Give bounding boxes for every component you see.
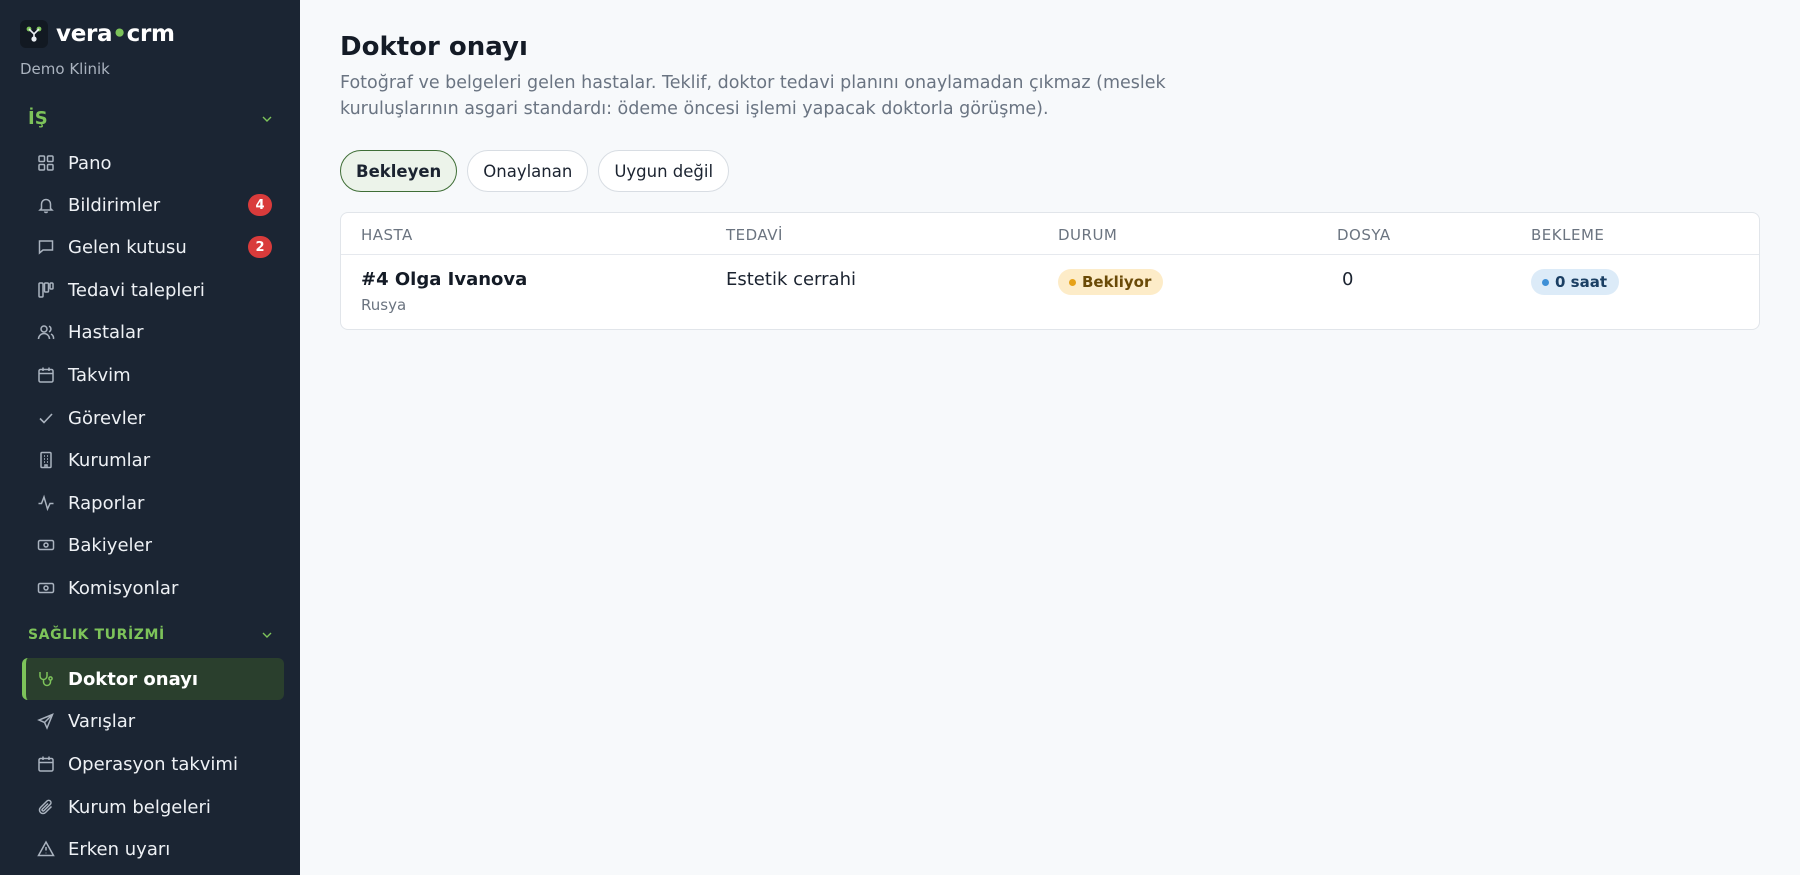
sidebar-item-label: Komisyonlar — [68, 577, 179, 599]
patient-cell: #4 Olga Ivanova Rusya — [361, 269, 527, 314]
check-icon — [36, 408, 56, 428]
section-health-tourism-label: SAĞLIK TURİZMİ — [28, 627, 165, 643]
sidebar-item-label: Doktor onayı — [68, 668, 199, 690]
page-description: Fotoğraf ve belgeleri gelen hastalar. Te… — [340, 73, 1166, 119]
files-count: 0 — [1342, 269, 1354, 290]
sidebar-item-label: Pano — [68, 152, 112, 174]
sidebar-item-operation-calendar[interactable]: Operasyon takvimi — [22, 743, 284, 785]
sidebar-item-label: Erken uyarı — [68, 838, 171, 860]
banknote-icon — [36, 578, 56, 598]
treatment-cell: Estetik cerrahi — [726, 269, 856, 290]
sidebar-item-pano[interactable]: Pano — [22, 142, 284, 184]
sidebar-item-arrivals[interactable]: Varışlar — [22, 700, 284, 742]
patient-name[interactable]: #4 Olga Ivanova — [361, 269, 527, 290]
inbox-count-badge: 2 — [248, 236, 272, 258]
notification-count-badge: 4 — [248, 194, 272, 216]
grid-icon — [36, 153, 56, 173]
waiting-dot-icon — [1542, 278, 1549, 286]
sidebar-item-tasks[interactable]: Görevler — [22, 397, 284, 439]
column-header-files[interactable]: DOSYA — [1337, 226, 1391, 244]
status-dot-icon — [1069, 278, 1076, 286]
chevron-down-icon — [262, 116, 272, 122]
column-header-waiting[interactable]: BEKLEME — [1531, 226, 1604, 244]
page-title: Doktor onayı — [340, 32, 528, 62]
sidebar-item-label: Gelen kutusu — [68, 236, 187, 258]
sidebar-item-early-warning[interactable]: Erken uyarı — [22, 828, 284, 870]
sidebar-item-patients[interactable]: Hastalar — [22, 311, 284, 353]
column-header-treatment[interactable]: TEDAVİ — [726, 226, 783, 244]
message-icon — [36, 237, 56, 257]
sidebar-item-label: Varışlar — [68, 710, 136, 732]
users-icon — [36, 322, 56, 342]
kanban-icon — [36, 280, 56, 300]
sidebar-item-calendar[interactable]: Takvim — [22, 354, 284, 396]
sidebar-item-label: Kurum belgeleri — [68, 796, 211, 818]
sidebar-item-institutions[interactable]: Kurumlar — [22, 439, 284, 481]
sidebar-item-doctor-approval[interactable]: Doktor onayı — [22, 658, 284, 700]
sidebar-item-inbox[interactable]: Gelen kutusu 2 — [22, 226, 284, 268]
stethoscope-icon — [36, 669, 56, 689]
sidebar-item-label: Bakiyeler — [68, 534, 153, 556]
column-header-status[interactable]: DURUM — [1058, 226, 1117, 244]
status-cell: Bekliyor — [1058, 269, 1164, 295]
brand-logo-icon — [20, 20, 48, 48]
table-header: HASTA TEDAVİ DURUM DOSYA BEKLEME — [341, 213, 1759, 255]
sidebar-item-label: Operasyon takvimi — [68, 753, 238, 775]
sidebar-item-reports[interactable]: Raporlar — [22, 482, 284, 524]
sidebar-item-label: Hastalar — [68, 321, 144, 343]
tab-approved[interactable]: Onaylanan — [467, 150, 589, 192]
sidebar: vera•crm Demo Klinik İŞ Pano Bildirimler… — [0, 0, 300, 875]
column-header-patient[interactable]: HASTA — [361, 226, 413, 244]
organization-name: Demo Klinik — [20, 60, 110, 78]
plane-icon — [36, 711, 56, 731]
sidebar-item-label: Raporlar — [68, 492, 145, 514]
sidebar-item-institution-documents[interactable]: Kurum belgeleri — [22, 786, 284, 828]
brand[interactable]: vera•crm — [20, 20, 175, 48]
approval-table: HASTA TEDAVİ DURUM DOSYA BEKLEME #4 Olga… — [340, 212, 1760, 330]
sidebar-item-balances[interactable]: Bakiyeler — [22, 524, 284, 566]
sidebar-item-label: Kurumlar — [68, 449, 151, 471]
chevron-down-icon — [262, 632, 272, 638]
sidebar-item-treatment-requests[interactable]: Tedavi talepleri — [22, 269, 284, 311]
status-badge: Bekliyor — [1058, 269, 1164, 295]
sidebar-item-notifications[interactable]: Bildirimler 4 — [22, 184, 284, 226]
table-row[interactable]: #4 Olga Ivanova Rusya Estetik cerrahi Be… — [341, 255, 1759, 329]
building-icon — [36, 450, 56, 470]
banknote-icon — [36, 535, 56, 555]
calendar-icon — [36, 754, 56, 774]
section-business-toggle[interactable]: İŞ — [28, 108, 274, 129]
status-badge-label: Bekliyor — [1082, 273, 1152, 291]
filter-tabs: Bekleyen Onaylanan Uygun değil — [340, 150, 730, 192]
section-business-label: İŞ — [28, 108, 48, 129]
patient-country: Rusya — [361, 296, 407, 314]
activity-icon — [36, 493, 56, 513]
waiting-badge: 0 saat — [1531, 269, 1620, 295]
main-content: Doktor onayı Fotoğraf ve belgeleri gelen… — [300, 0, 1800, 875]
brand-name: vera•crm — [56, 21, 175, 47]
sidebar-item-label: Bildirimler — [68, 194, 161, 216]
sidebar-item-label: Görevler — [68, 407, 146, 429]
waiting-cell: 0 saat — [1531, 269, 1620, 295]
tab-pending[interactable]: Bekleyen — [340, 150, 458, 192]
sidebar-item-commissions[interactable]: Komisyonlar — [22, 567, 284, 609]
section-health-tourism-toggle[interactable]: SAĞLIK TURİZMİ — [28, 627, 274, 643]
calendar-icon — [36, 365, 56, 385]
bell-icon — [36, 195, 56, 215]
sidebar-item-label: Tedavi talepleri — [68, 279, 205, 301]
paperclip-icon — [36, 797, 56, 817]
sidebar-item-label: Takvim — [68, 364, 131, 386]
waiting-badge-label: 0 saat — [1555, 273, 1608, 291]
tab-not-eligible[interactable]: Uygun değil — [598, 150, 730, 192]
warning-icon — [36, 839, 56, 859]
